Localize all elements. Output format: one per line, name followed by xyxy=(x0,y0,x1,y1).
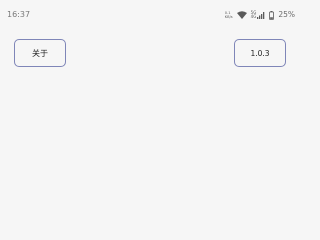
cellular-signal-block: 5G 4G xyxy=(250,10,266,20)
about-button[interactable]: 关于 xyxy=(14,39,66,67)
battery-icon xyxy=(269,10,275,20)
network-type-labels: 5G 4G xyxy=(250,10,257,20)
wifi-icon xyxy=(236,11,247,19)
network-speed-indicator: 0.1 KB/s xyxy=(225,11,233,19)
network-type-label: 4G xyxy=(250,14,257,19)
about-button-label: 关于 xyxy=(32,48,48,58)
status-bar: 16:37 0.1 KB/s 5G 4G 25% xyxy=(0,0,300,24)
version-button[interactable]: 1.0.3 xyxy=(234,39,286,67)
status-icons: 0.1 KB/s 5G 4G 25% xyxy=(225,9,295,21)
battery-percent: 25% xyxy=(278,10,295,19)
cellular-signal-icon xyxy=(257,11,265,19)
status-time: 16:37 xyxy=(7,10,31,19)
version-label: 1.0.3 xyxy=(250,48,270,58)
network-speed-unit: KB/s xyxy=(224,15,233,19)
app-screen: 16:37 0.1 KB/s 5G 4G 25% 关于 1.0.3 xyxy=(0,0,300,200)
